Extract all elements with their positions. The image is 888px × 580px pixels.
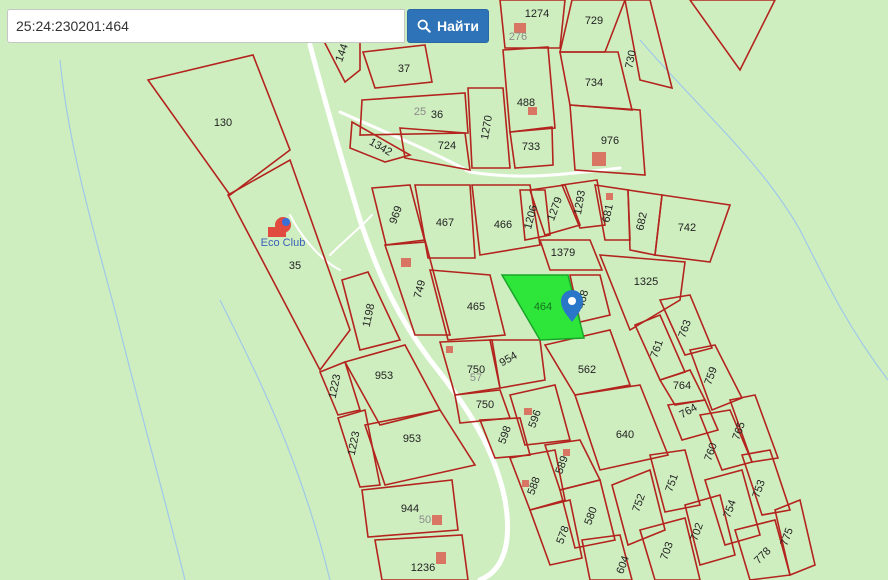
- search-bar: Найти: [7, 9, 489, 43]
- parcel-label: 763: [676, 318, 694, 339]
- parcel-label: 1293: [572, 189, 588, 215]
- parcel-label: 1223: [346, 430, 363, 456]
- parcel-label: 702: [688, 521, 706, 542]
- selected-parcel-label: 464: [534, 301, 552, 313]
- parcel-label: 467: [436, 217, 454, 229]
- parcel-label: 944: [401, 503, 419, 515]
- eco-club-label: Eco Club: [261, 237, 306, 249]
- parcel-label: 465: [467, 301, 485, 313]
- cadastral-map[interactable]: 464 130 35 1198 1223 1223 953 953 944 12…: [0, 0, 888, 580]
- parcel-954[interactable]: [489, 339, 546, 389]
- building: [432, 515, 442, 525]
- parcel-label: 749: [412, 279, 428, 300]
- parcel-label: 761: [648, 338, 666, 359]
- parcel-label: 1198: [361, 303, 378, 329]
- parcel-label: 730: [623, 49, 639, 69]
- parcel-top-right[interactable]: [689, 0, 776, 72]
- parcel-label: 751: [663, 472, 681, 493]
- parcel-label: 598: [496, 424, 514, 445]
- search-button-label: Найти: [437, 18, 479, 34]
- parcel-label: 764: [673, 380, 691, 392]
- parcel-label: 753: [750, 478, 768, 499]
- parcel-label: 580: [582, 505, 600, 526]
- parcel-label: 562: [578, 364, 596, 376]
- parcel-label: 734: [585, 77, 603, 89]
- parcel-label: 969: [387, 204, 405, 225]
- eco-club-poi[interactable]: Eco Club: [261, 217, 306, 249]
- parcel-label: 130: [214, 117, 232, 129]
- parcel-label: 752: [630, 492, 648, 513]
- parcel-label: 1236: [411, 562, 435, 574]
- parcel-label: 775: [778, 526, 796, 547]
- building: [592, 152, 606, 166]
- parcel-label: 724: [438, 140, 456, 152]
- search-input[interactable]: [7, 9, 405, 43]
- parcel-label: 488: [517, 97, 535, 109]
- ghost-label: 57: [470, 372, 482, 384]
- parcel-label: 742: [678, 222, 696, 234]
- parcel-label: 1279: [545, 195, 565, 222]
- parcel-label: 640: [616, 429, 634, 441]
- parcel-label: 588: [525, 475, 543, 496]
- building: [401, 258, 411, 267]
- ghost-label: 25: [414, 106, 426, 118]
- parcel-label: 954: [498, 350, 520, 370]
- parcel-label: 1342: [367, 136, 394, 159]
- parcel-label: 765: [730, 420, 748, 441]
- parcel-label: 36: [431, 109, 443, 121]
- building: [563, 449, 570, 456]
- building: [606, 193, 613, 200]
- parcel-label: 729: [585, 15, 603, 27]
- eco-club-icon: [268, 217, 291, 237]
- search-button[interactable]: Найти: [407, 9, 489, 43]
- building: [446, 346, 453, 353]
- parcel-label: 144: [333, 42, 351, 63]
- parcel-label: 750: [476, 399, 494, 411]
- parcel-label: 754: [721, 498, 739, 519]
- parcel-488[interactable]: [502, 46, 556, 133]
- parcel-label: 778: [752, 545, 773, 566]
- parcel-label: 37: [398, 63, 410, 75]
- parcel-label: 1325: [634, 276, 658, 288]
- parcel-730[interactable]: [624, 0, 674, 90]
- parcel-label: 681: [600, 203, 616, 223]
- parcel-label: 578: [554, 524, 572, 545]
- parcel-label: 733: [522, 141, 540, 153]
- ghost-label: 276: [509, 31, 527, 43]
- parcel-label: 976: [601, 135, 619, 147]
- parcel-label: 1274: [525, 8, 549, 20]
- parcel-1325[interactable]: [598, 254, 686, 332]
- parcel-label: 953: [403, 433, 421, 445]
- parcel-label: 953: [375, 370, 393, 382]
- parcels: [146, 0, 816, 580]
- parcel-label: 35: [289, 260, 301, 272]
- search-icon: [417, 19, 431, 33]
- parcel-label: 1223: [327, 373, 344, 399]
- parcel-label: 466: [494, 219, 512, 231]
- building: [436, 552, 446, 564]
- parcel-label: 759: [702, 365, 720, 386]
- ghost-label: 50: [419, 514, 431, 526]
- parcel-label: 1379: [551, 247, 575, 259]
- parcel-label: 1270: [479, 114, 495, 140]
- parcel-953-lower[interactable]: [363, 409, 477, 486]
- parcel-label: 703: [658, 540, 676, 561]
- parcel-label: 682: [634, 211, 650, 231]
- parcel-578[interactable]: [528, 499, 583, 566]
